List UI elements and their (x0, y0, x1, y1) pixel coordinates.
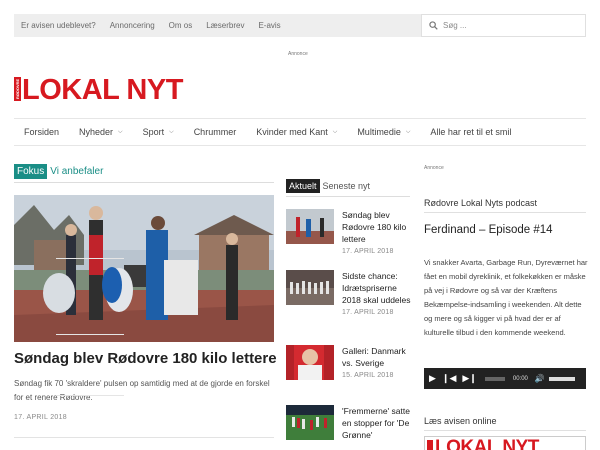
audio-player: ▶ ❙◀ ▶❙ 00:00 🔊 (424, 368, 586, 389)
lead-article-excerpt: Søndag fik 70 'skraldere' pulsen op samt… (14, 379, 270, 402)
top-link-annoncering[interactable]: Annoncering (103, 14, 162, 37)
lead-article-image[interactable] (14, 195, 274, 342)
top-link-udeblevet[interactable]: Er avisen udeblevet? (14, 14, 103, 37)
divider (56, 395, 124, 396)
top-bar: Er avisen udeblevet? Annoncering Om os L… (14, 14, 586, 37)
paper-logo-text: LOKAL NYT (435, 437, 539, 450)
search-input[interactable] (443, 21, 573, 30)
nav-item-forsiden[interactable]: Forsiden (14, 127, 69, 137)
nav-label: Kvinder med Kant (256, 127, 328, 137)
aktuelt-subtitle: Seneste nyt (322, 181, 371, 191)
site-logo[interactable]: RØDOVRE LOKAL NYT (14, 74, 183, 106)
volume-slider[interactable] (548, 376, 575, 381)
nav-item-alle-har-ret[interactable]: Alle har ret til et smil (420, 127, 521, 137)
focus-section-header: Fokus Vi anbefaler (14, 164, 103, 179)
divider (424, 212, 586, 213)
logo-text: LOKAL NYT (22, 74, 183, 106)
news-title[interactable]: Sidste chance: Idrætspriserne 2018 skal … (342, 270, 412, 306)
divider (14, 437, 274, 438)
player-time: 00:00 (512, 375, 528, 382)
podcast-episode-title[interactable]: Ferdinand – Episode #14 (424, 224, 553, 236)
lead-article-date: 17. APRIL 2018 (14, 414, 67, 421)
news-thumbnail[interactable] (286, 405, 334, 440)
nav-label: Alle har ret til et smil (430, 127, 512, 137)
top-nav: Er avisen udeblevet? Annoncering Om os L… (14, 14, 288, 37)
chevron-down-icon: ⌵ (169, 128, 174, 135)
main-nav: Forsiden Nyheder ⌵ Sport ⌵ Chrummer Kvinde… (14, 118, 586, 146)
divider (56, 258, 124, 259)
news-thumbnail[interactable] (286, 345, 334, 380)
focus-tag: Fokus (14, 164, 48, 179)
divider (286, 196, 410, 197)
paper-logo-mark (427, 440, 433, 450)
lead-article-title[interactable]: Søndag blev Rødovre 180 kilo lettere (14, 350, 277, 367)
play-icon[interactable]: ▶ (429, 373, 436, 384)
nav-item-kvinder-med-kant[interactable]: Kvinder med Kant ⌵ (246, 127, 347, 137)
skip-forward-icon[interactable]: ▶❙ (462, 373, 476, 384)
search-box (421, 14, 586, 37)
nav-label: Chrummer (193, 127, 237, 137)
chevron-down-icon: ⌵ (118, 128, 123, 135)
nav-item-multimedie[interactable]: Multimedie ⌵ (347, 127, 420, 137)
skip-back-icon[interactable]: ❙◀ (442, 373, 456, 384)
volume-icon[interactable]: 🔊 (535, 374, 545, 383)
news-title[interactable]: 'Fremmerne' satte en stopper for 'De Grø… (342, 405, 412, 441)
news-date: 17. APRIL 2018 (342, 248, 394, 255)
news-thumbnail[interactable] (286, 270, 334, 305)
logo-vertical-text: RØDOVRE (14, 77, 21, 101)
news-date: 15. APRIL 2018 (342, 372, 394, 379)
nav-item-sport[interactable]: Sport ⌵ (133, 127, 184, 137)
top-link-om-os[interactable]: Om os (162, 14, 200, 37)
divider (424, 430, 586, 431)
nav-item-nyheder[interactable]: Nyheder ⌵ (69, 127, 133, 137)
news-title[interactable]: Søndag blev Rødovre 180 kilo lettere (342, 209, 412, 245)
chevron-down-icon: ⌵ (405, 128, 411, 135)
progress-bar[interactable] (484, 376, 505, 381)
podcast-widget-title: Rødovre Lokal Nyts podcast (424, 198, 538, 208)
divider (56, 334, 124, 335)
news-title[interactable]: Galleri: Danmark vs. Sverige (342, 345, 412, 369)
focus-subtitle: Vi anbefaler (50, 166, 104, 177)
news-date: 17. APRIL 2018 (342, 309, 394, 316)
nav-label: Multimedie (357, 127, 401, 137)
aktuelt-section-header: Aktuelt Seneste nyt (286, 179, 370, 193)
nav-label: Nyheder (79, 127, 114, 137)
top-link-laeserbrev[interactable]: Læserbrev (199, 14, 251, 37)
chevron-down-icon: ⌵ (332, 128, 338, 135)
divider (14, 182, 274, 183)
top-link-e-avis[interactable]: E-avis (251, 14, 287, 37)
ad-label: Annonce (424, 165, 444, 171)
nav-label: Sport (142, 127, 165, 137)
e-paper-preview[interactable]: LOKAL NYT (424, 436, 586, 450)
nav-label: Forsiden (24, 127, 60, 137)
search-icon[interactable] (429, 21, 438, 30)
nav-item-chrummer[interactable]: Chrummer (184, 127, 247, 137)
ad-label: Annonce (288, 51, 308, 57)
podcast-description: Vi snakker Avarta, Garbage Run, Dyreværn… (424, 258, 588, 337)
aktuelt-tag: Aktuelt (286, 179, 320, 193)
read-online-title: Læs avisen online (424, 416, 497, 426)
news-thumbnail[interactable] (286, 209, 334, 244)
